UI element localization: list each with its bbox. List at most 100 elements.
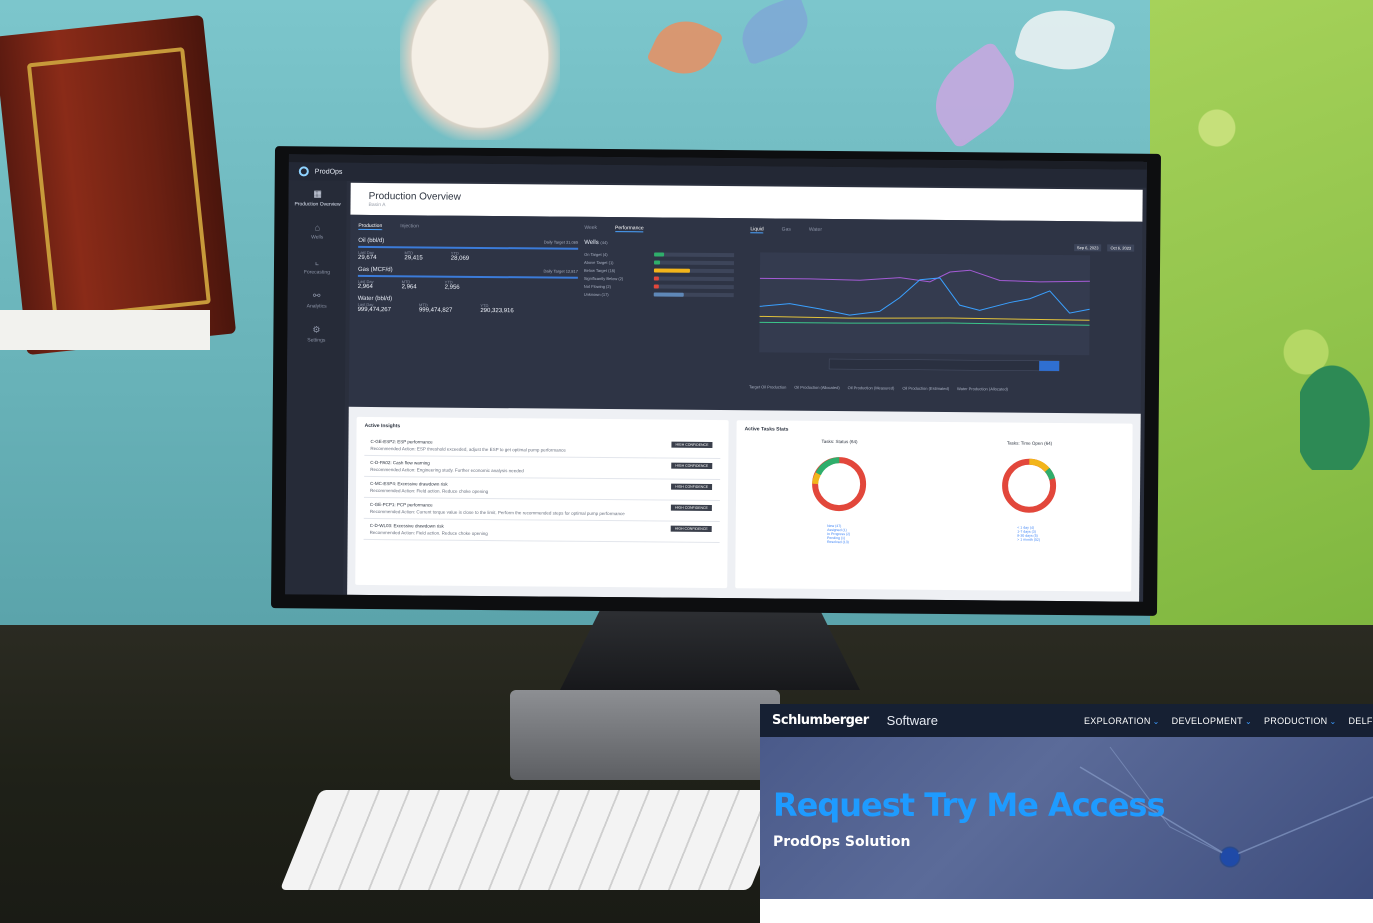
- production-line-chart: [759, 252, 1091, 372]
- wells-bar-fill: [654, 260, 661, 265]
- nav-link[interactable]: EXPLORATION ⌄: [1084, 716, 1160, 726]
- chevron-down-icon: ⌄: [1152, 716, 1160, 726]
- dashboard-screen: ProdOps ▦ Production Overview ⌂ Wells ⌞ …: [285, 154, 1147, 602]
- wells-row-label: Not Flowing (2): [583, 283, 611, 289]
- value-ytd: YTD 28,069: [451, 251, 469, 262]
- metric-name: Oil: [358, 237, 366, 244]
- value: 29,674: [358, 254, 377, 262]
- sidebar-item-analytics[interactable]: ⚯ Analytics: [288, 282, 346, 317]
- insight-action: Recommended Action: Current torque value…: [369, 508, 625, 517]
- time-navigator[interactable]: [828, 358, 1060, 372]
- wells-list: On Target (4) Above Target (1) Below Targe…: [584, 250, 744, 299]
- wells-bar-track: [653, 276, 734, 282]
- tab-production[interactable]: Production: [358, 222, 383, 231]
- insight-badge: HIGH CONFIDENCE: [670, 504, 712, 511]
- donut-segment-progress: [812, 472, 821, 485]
- analytics-icon: ⚯: [312, 289, 321, 301]
- chart-tabs: Liquid Gas Water: [750, 226, 1134, 236]
- value: 999,474,827: [418, 307, 453, 314]
- chart-plot-area: [759, 252, 1091, 356]
- tab-gas[interactable]: Gas: [782, 227, 791, 234]
- chart-legend-item[interactable]: Water Production (Allocated): [957, 386, 1008, 391]
- legend-item: > 1 month (52): [1017, 537, 1041, 542]
- hero-subtitle: ProdOps Solution: [773, 834, 911, 850]
- tab-liquid[interactable]: Liquid: [750, 226, 764, 234]
- metric-values: Last Day 2,964 MTD 2,964 YTD 2,956: [358, 279, 578, 292]
- nav-link-label: EXPLORATION: [1083, 715, 1151, 726]
- sidebar-item-overview[interactable]: ▦ Production Overview: [288, 180, 346, 215]
- nav-link[interactable]: DELFI⌄: [1349, 716, 1373, 726]
- metric-oil: Oil (bbl/d) Daily Target 31,065 Last Day…: [358, 238, 578, 263]
- value: 2,964: [357, 283, 373, 291]
- donut-row: Tasks: Status (64) New (47) Assigned (1) I…: [743, 438, 1124, 585]
- chart-legend-item[interactable]: Oil Production (Estimated): [902, 386, 949, 391]
- active-insights-card: Active Insights C-GE-ESP2: ESP performan…: [355, 416, 729, 589]
- value-last-day: Last Day 999,474,267: [358, 302, 391, 313]
- chart-legend-item[interactable]: Oil Production (Allocated): [794, 385, 839, 390]
- sidebar-item-label: Forecasting: [303, 268, 331, 276]
- chart-legend-item[interactable]: Oil Production (Measured): [848, 385, 895, 390]
- website-banner: Schlumberger Software EXPLORATION ⌄ DEVELO…: [760, 704, 1373, 923]
- wells-bar-fill: [653, 276, 659, 281]
- grid-icon: ▦: [313, 187, 322, 199]
- app-name: ProdOps: [314, 167, 343, 176]
- nav-link[interactable]: PRODUCTION ⌄: [1264, 716, 1337, 726]
- wells-label: Wells: [584, 239, 599, 246]
- donut-segment-8-30: [1029, 458, 1050, 473]
- nav-link[interactable]: DEVELOPMENT ⌄: [1172, 716, 1252, 726]
- brand-logo[interactable]: Schlumberger: [772, 713, 869, 728]
- monitor-stand: [560, 600, 860, 690]
- wells-bar-track: [654, 252, 735, 258]
- metric-target: Daily Target 31,065: [543, 239, 579, 245]
- insights-list: C-GE-ESP2: ESP performance Recommended Ac…: [363, 434, 721, 544]
- nav-links: EXPLORATION ⌄ DEVELOPMENT ⌄ PRODUCTION ⌄ DELFI…: [1084, 716, 1373, 726]
- insight-badge: HIGH CONFIDENCE: [670, 525, 712, 532]
- sidebar-item-settings[interactable]: ⚙ Settings: [287, 316, 345, 351]
- insight-action: Recommended Action: Field action. Reduce…: [369, 529, 488, 537]
- nav-link-label: PRODUCTION: [1263, 715, 1328, 726]
- value: 28,069: [450, 255, 470, 262]
- value-ytd: YTD 290,323,916: [480, 303, 513, 314]
- date-to[interactable]: Oct 6, 2023: [1107, 244, 1135, 252]
- wells-row-label: On Target (4): [584, 251, 608, 257]
- wells-row-label: Below Target (18): [583, 267, 616, 273]
- status-donut-chart: [812, 457, 867, 512]
- wells-bar-track: [653, 268, 734, 274]
- sidebar-item-wells[interactable]: ⌂ Wells: [288, 214, 346, 249]
- wells-tabs: Week Performance: [584, 225, 744, 233]
- insight-action: Recommended Action: Engineering study. F…: [370, 466, 524, 474]
- tab-performance[interactable]: Performance: [614, 225, 644, 233]
- metric-water: Water (bbl/d) Last Day 999,474,267 MTD 999…: [358, 296, 578, 315]
- value: 29,415: [404, 255, 423, 262]
- keyboard: [279, 790, 791, 890]
- sidebar-item-forecasting[interactable]: ⌞ Forecasting: [288, 248, 346, 283]
- insight-badge: HIGH CONFIDENCE: [671, 462, 713, 469]
- donut-title: Tasks: Status (64): [821, 438, 858, 445]
- navigator-handle[interactable]: [1039, 360, 1060, 371]
- wells-bar-fill: [653, 284, 659, 289]
- tab-injection[interactable]: Injection: [400, 223, 419, 230]
- wells-row-label: Significantly Below (2): [583, 275, 624, 281]
- laptop: [510, 690, 780, 780]
- tab-water[interactable]: Water: [809, 227, 822, 234]
- metric-values: Last Day 29,674 MTD 29,415 YTD 28,069: [358, 250, 578, 263]
- gear-icon: ⚙: [312, 323, 321, 335]
- lower-section: Active Insights C-GE-ESP2: ESP performan…: [347, 406, 1141, 602]
- nav-link-label: DEVELOPMENT: [1171, 715, 1243, 726]
- insight-item[interactable]: C-D-WL03: Excessive drawdown risk Recomme…: [363, 518, 720, 544]
- metric-gas: Gas (MCF/d) Daily Target 12,817 Last Day…: [358, 267, 578, 292]
- metric-unit: (bbl/d): [367, 237, 385, 245]
- mounted-head-decoration: [400, 0, 560, 140]
- wells-bar-track: [653, 292, 734, 298]
- tasks-title: Active Tasks Stats: [744, 426, 789, 433]
- production-panel: Production Injection Oil (bbl/d) Daily T…: [348, 214, 1143, 414]
- tab-week[interactable]: Week: [584, 225, 597, 232]
- insight-badge: HIGH CONFIDENCE: [671, 441, 713, 448]
- wells-row[interactable]: Unknown (17): [584, 290, 744, 299]
- main-content: Production Overview Basin A Production I…: [347, 182, 1143, 602]
- chart-legend: Target Oil Production Oil Production (All…: [749, 384, 1133, 392]
- donut-title: Tasks: Time Open (64): [1006, 440, 1053, 446]
- chart-legend-item[interactable]: Target Oil Production: [749, 384, 786, 389]
- value: 2,964: [401, 284, 417, 291]
- production-chart-panel: Liquid Gas Water Sep 6, 2023 Oct 6, 2023: [749, 226, 1135, 405]
